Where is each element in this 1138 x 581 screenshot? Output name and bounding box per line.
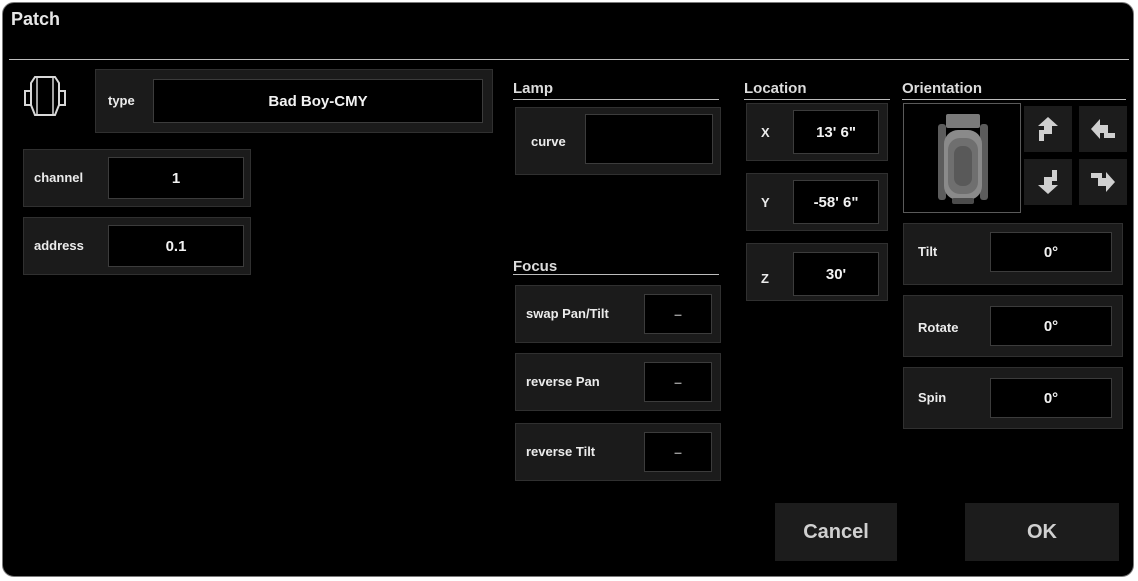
spin-field[interactable]: 0° <box>990 378 1112 418</box>
curve-panel: curve <box>515 107 721 175</box>
rotate-label: Rotate <box>918 320 959 335</box>
address-field[interactable]: 0.1 <box>108 225 244 267</box>
swap-pan-tilt-panel: swap Pan/Tilt – <box>515 285 721 343</box>
cancel-button[interactable]: Cancel <box>775 503 897 561</box>
fixture-head-icon <box>17 69 73 125</box>
rotate-panel: Rotate 0° <box>903 295 1123 357</box>
location-x-field[interactable]: 13' 6" <box>793 110 879 154</box>
rotate-up-icon <box>1038 117 1058 141</box>
patch-dialog: Patch type Bad Boy-CMY channel 1 address… <box>2 2 1134 577</box>
tilt-label: Tilt <box>918 244 938 259</box>
location-x-label: X <box>761 125 770 140</box>
dialog-title: Patch <box>11 9 61 29</box>
location-y-field[interactable]: -58' 6" <box>793 180 879 224</box>
focus-section-title: Focus <box>513 258 558 275</box>
spin-panel: Spin 0° <box>903 367 1123 429</box>
reverse-tilt-toggle[interactable]: – <box>644 432 712 472</box>
channel-label: channel <box>34 170 84 185</box>
rotate-up-button[interactable] <box>1024 106 1072 152</box>
fixture-preview-icon <box>938 114 988 204</box>
curve-field[interactable] <box>585 114 713 164</box>
lamp-section-title: Lamp <box>513 80 554 97</box>
reverse-pan-panel: reverse Pan – <box>515 353 721 411</box>
location-divider <box>744 99 890 100</box>
curve-label: curve <box>531 134 566 149</box>
reverse-tilt-panel: reverse Tilt – <box>515 423 721 481</box>
address-label: address <box>34 238 84 253</box>
rotate-left-icon <box>1091 172 1115 192</box>
location-z-label: Z <box>761 271 769 286</box>
rotate-field[interactable]: 0° <box>990 306 1112 346</box>
swap-pan-tilt-label: swap Pan/Tilt <box>526 306 609 321</box>
channel-field[interactable]: 1 <box>108 157 244 199</box>
rotate-down-icon <box>1038 170 1058 194</box>
location-z-panel: Z 30' <box>746 243 888 301</box>
rotate-left-button[interactable] <box>1079 159 1127 205</box>
location-y-panel: Y -58' 6" <box>746 173 888 231</box>
ok-button[interactable]: OK <box>965 503 1119 561</box>
type-field[interactable]: Bad Boy-CMY <box>153 79 483 123</box>
reverse-tilt-label: reverse Tilt <box>526 444 596 459</box>
rotate-right-button[interactable] <box>1079 106 1127 152</box>
location-z-field[interactable]: 30' <box>793 252 879 296</box>
lamp-divider <box>513 99 719 100</box>
type-panel: type Bad Boy-CMY <box>95 69 493 133</box>
rotate-right-icon <box>1091 119 1115 139</box>
rotate-down-button[interactable] <box>1024 159 1072 205</box>
channel-panel: channel 1 <box>23 149 251 207</box>
location-x-panel: X 13' 6" <box>746 103 888 161</box>
location-section-title: Location <box>744 80 807 97</box>
orientation-divider <box>902 99 1126 100</box>
reverse-pan-toggle[interactable]: – <box>644 362 712 402</box>
location-y-label: Y <box>761 195 770 210</box>
type-label: type <box>108 93 135 108</box>
orientation-section-title: Orientation <box>902 80 983 97</box>
tilt-field[interactable]: 0° <box>990 232 1112 272</box>
swap-pan-tilt-toggle[interactable]: – <box>644 294 712 334</box>
focus-divider <box>513 274 719 275</box>
fixture-preview <box>903 103 1021 213</box>
spin-label: Spin <box>918 390 947 405</box>
title-divider <box>9 59 1129 60</box>
tilt-panel: Tilt 0° <box>903 223 1123 285</box>
reverse-pan-label: reverse Pan <box>526 374 600 389</box>
address-panel: address 0.1 <box>23 217 251 275</box>
